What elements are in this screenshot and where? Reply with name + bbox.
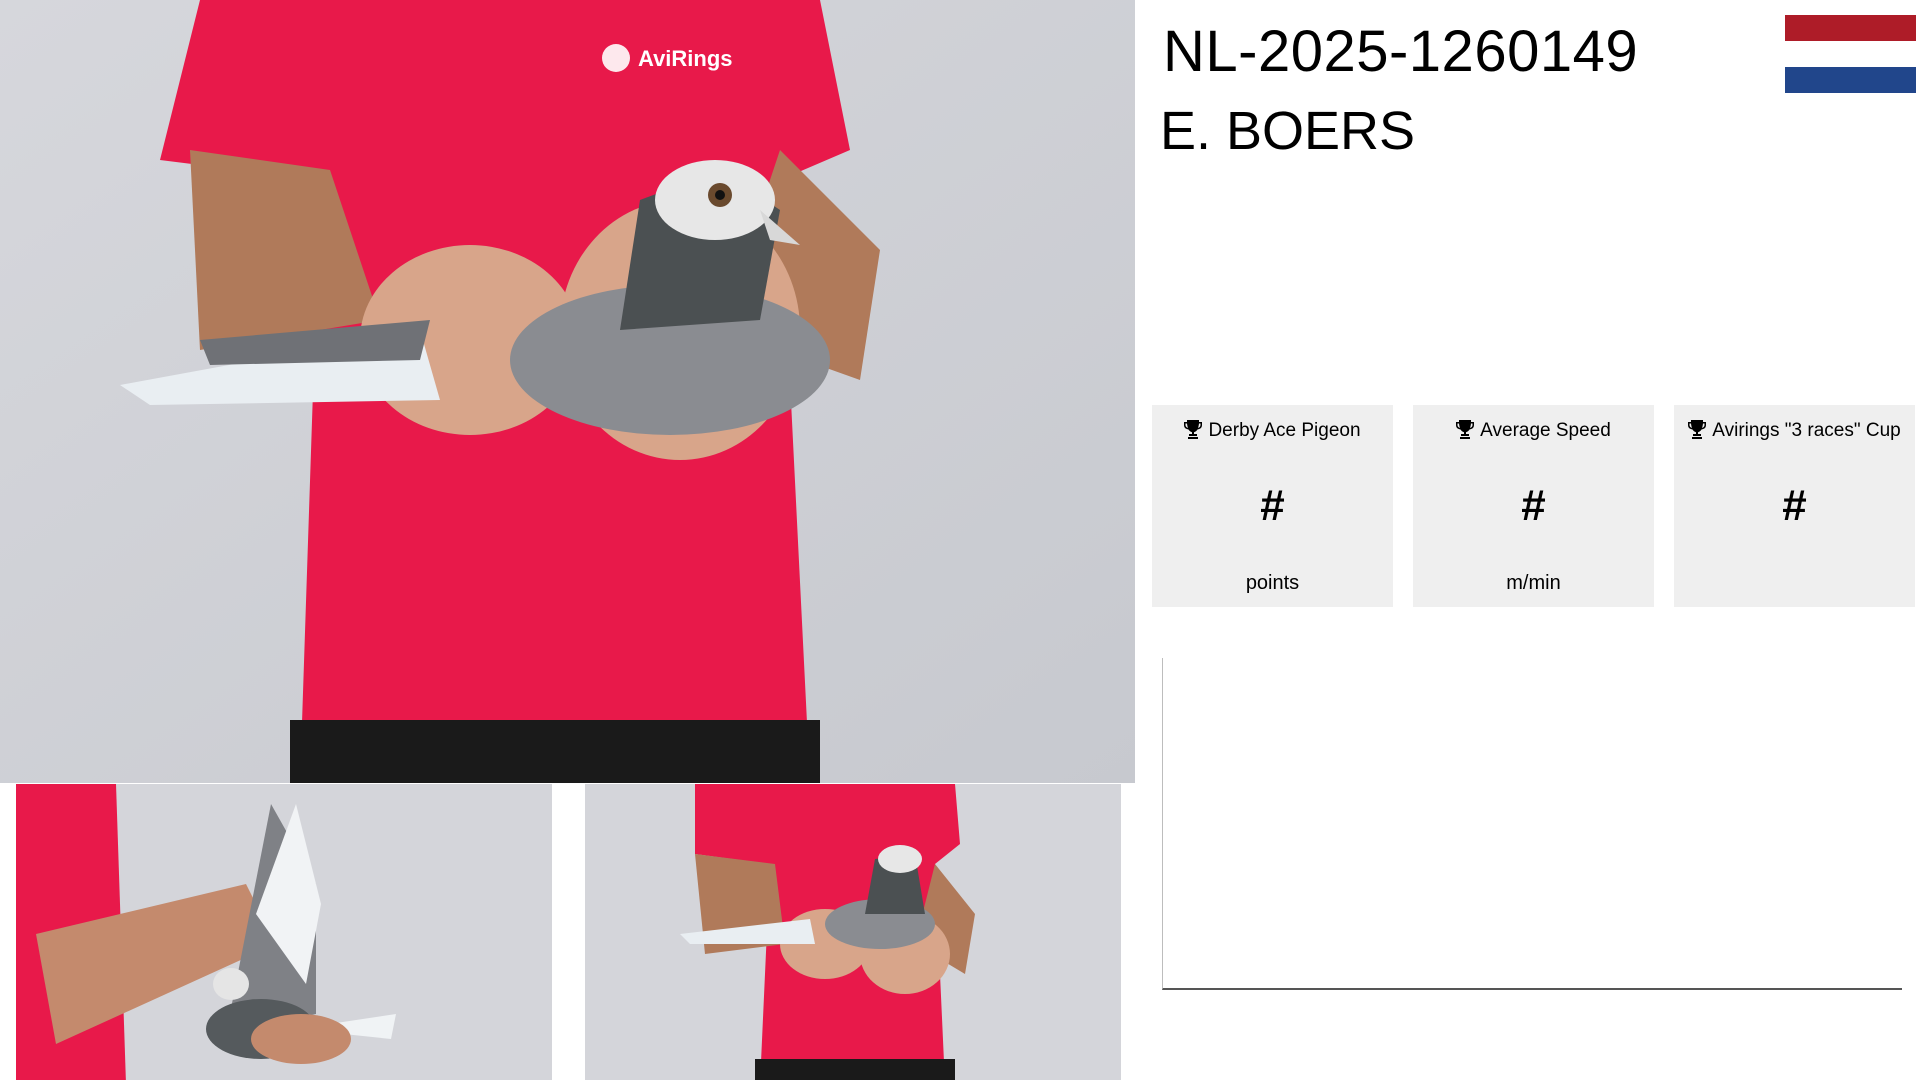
card-label: Derby Ace Pigeon [1208, 420, 1361, 441]
card-unit: m/min [1506, 572, 1561, 594]
card-heading: Avirings "3 races" Cup [1674, 419, 1915, 442]
pigeon-profile-page: AviRings NL-2025-1260149 E. BOERS Derby … [0, 0, 1920, 1080]
netherlands-flag-icon [1785, 15, 1916, 93]
shirt-logo: AviRings [638, 46, 733, 71]
results-panel [1162, 658, 1902, 990]
card-value: # [1782, 481, 1807, 530]
trophy-icon [1184, 420, 1203, 439]
main-pigeon-photo[interactable]: AviRings [0, 0, 1135, 783]
flag-stripe-red [1785, 15, 1916, 41]
flag-stripe-blue [1785, 67, 1916, 93]
card-heading: Average Speed [1413, 419, 1654, 442]
ring-number: NL-2025-1260149 [1163, 19, 1639, 84]
card-heading: Derby Ace Pigeon [1152, 419, 1393, 442]
card-label: Avirings "3 races" Cup [1712, 420, 1901, 441]
wing-spread-photo[interactable] [16, 784, 552, 1080]
owner-name: E. BOERS [1160, 101, 1416, 161]
stat-card-3-races-cup: Avirings "3 races" Cup # [1674, 405, 1915, 607]
card-unit: points [1245, 572, 1300, 594]
trophy-icon [1456, 420, 1475, 439]
card-value: # [1260, 481, 1285, 530]
stat-card-derby-ace: Derby Ace Pigeon # points [1152, 405, 1393, 607]
flag-stripe-white [1785, 41, 1916, 67]
stat-card-average-speed: Average Speed # m/min [1413, 405, 1654, 607]
trophy-icon [1688, 420, 1707, 439]
card-value: # [1521, 481, 1546, 530]
card-label: Average Speed [1480, 420, 1611, 441]
front-hold-photo[interactable] [585, 784, 1121, 1080]
